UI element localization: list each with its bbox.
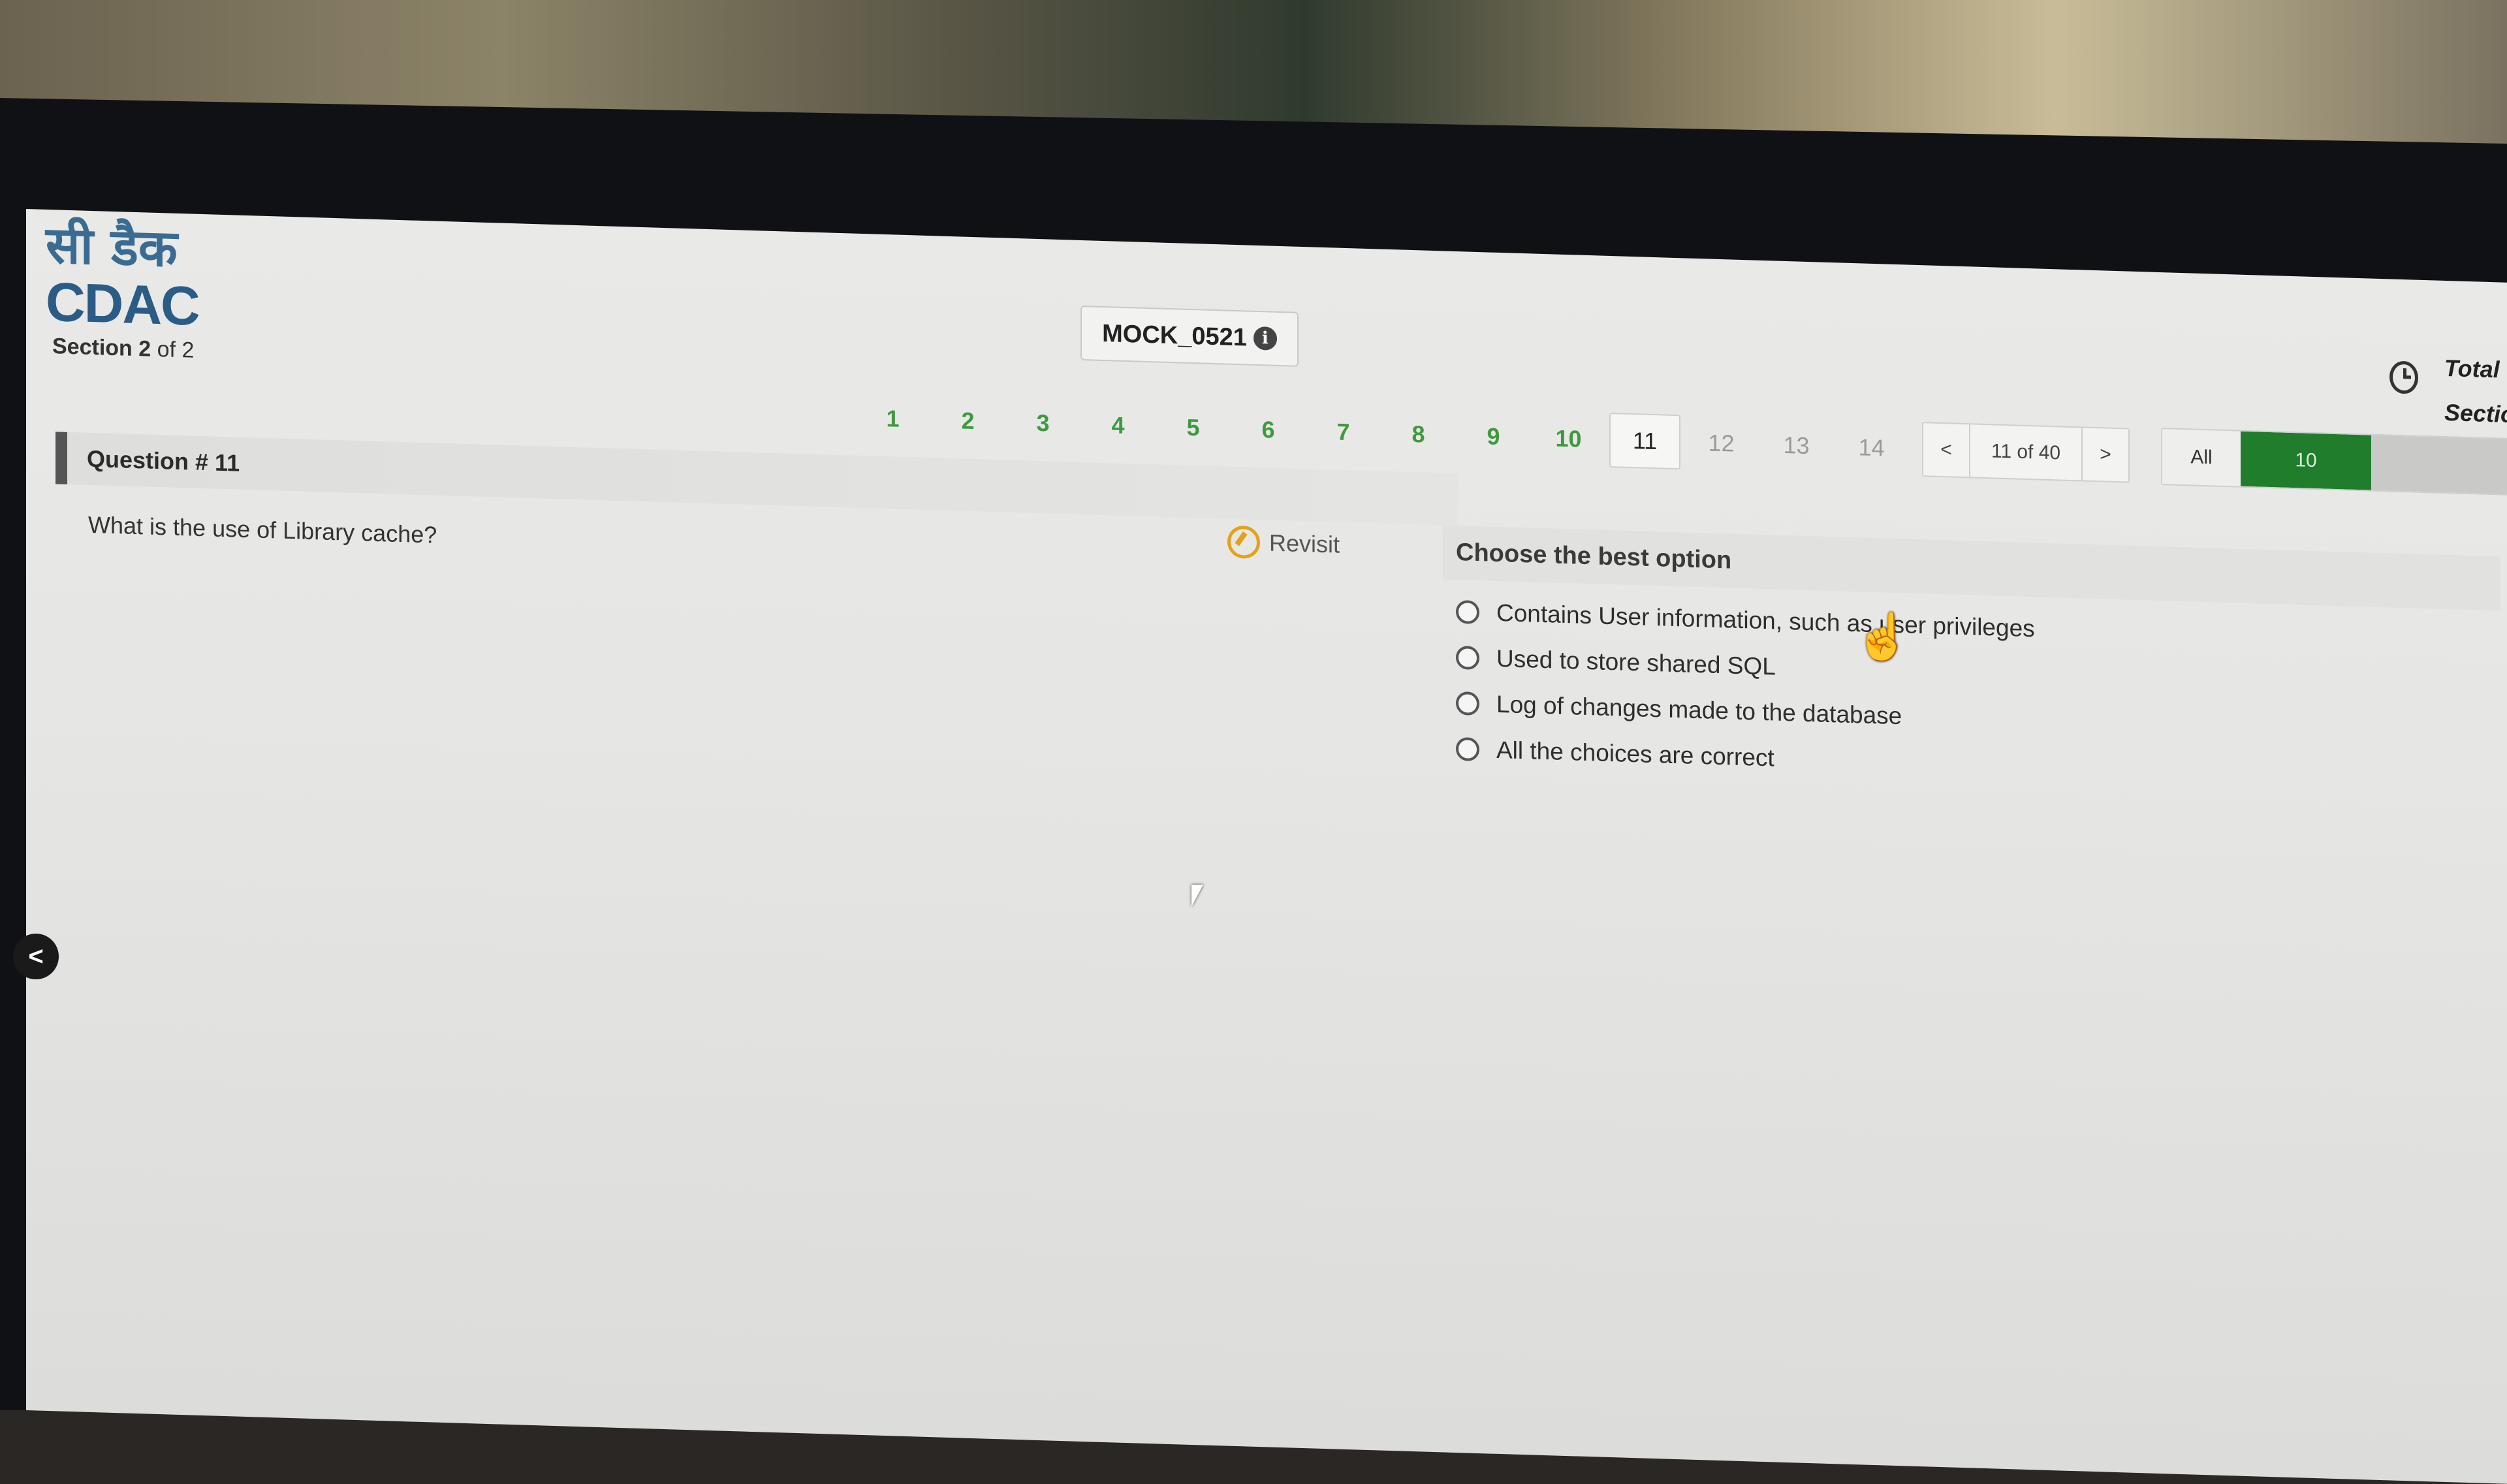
question-nav-6[interactable]: 6 [1231, 415, 1306, 445]
logo-cdac-text: CDAC [46, 270, 199, 337]
mouse-pointer-icon [1191, 885, 1203, 907]
revisit-icon [1227, 525, 1260, 560]
question-nav-1[interactable]: 1 [855, 404, 930, 434]
exam-screen: सी डैक CDAC Section 2 of 2 MOCK_0521 i T… [26, 209, 2507, 1484]
chevron-left-icon[interactable]: < [13, 934, 59, 979]
answer-option-1[interactable]: Contains User information, such as user … [1456, 598, 2500, 656]
answer-panel: Choose the best option Contains User inf… [1443, 525, 2500, 793]
timer-total: Total 00 [2444, 354, 2507, 384]
question-nav-7[interactable]: 7 [1306, 417, 1381, 447]
radio-option-4[interactable] [1456, 736, 1479, 762]
question-nav-9[interactable]: 9 [1456, 422, 1531, 451]
pager-position: 11 of 40 [1969, 424, 2083, 481]
radio-option-2[interactable] [1456, 645, 1479, 671]
radio-option-3[interactable] [1456, 691, 1479, 716]
question-nav-3[interactable]: 3 [1005, 409, 1080, 438]
answer-option-3-label[interactable]: Log of changes made to the database [1496, 691, 1902, 730]
question-nav-11-current[interactable]: 11 [1609, 412, 1680, 470]
question-nav-4[interactable]: 4 [1080, 411, 1156, 440]
revisit-button[interactable]: Revisit [1227, 525, 1340, 561]
test-name-box: MOCK_0521 i [1080, 305, 1299, 367]
cdac-logo: सी डैक CDAC [46, 215, 199, 337]
question-nav-10[interactable]: 10 [1531, 424, 1606, 453]
question-nav-12[interactable]: 12 [1684, 428, 1759, 458]
filter-remaining[interactable] [2371, 435, 2507, 496]
test-name: MOCK_0521 [1102, 319, 1247, 351]
pager-next-button[interactable]: > [2083, 428, 2128, 481]
question-text: What is the use of Library cache? [88, 511, 437, 548]
revisit-label: Revisit [1269, 529, 1340, 558]
section-total: of 2 [157, 336, 195, 363]
question-nav-13[interactable]: 13 [1759, 431, 1834, 460]
filter-all-button[interactable]: All [2162, 429, 2241, 486]
answer-option-4-label[interactable]: All the choices are correct [1496, 736, 1774, 772]
question-nav-2[interactable]: 2 [930, 406, 1005, 435]
section-current: 2 [138, 336, 151, 362]
answer-prompt: Choose the best option [1443, 525, 2500, 611]
radio-option-1[interactable] [1456, 599, 1479, 625]
section-prefix: Section [52, 334, 133, 361]
answer-option-3[interactable]: Log of changes made to the database [1456, 689, 2500, 748]
hand-pointer-icon: ☝ [1854, 611, 1912, 662]
clock-icon [2389, 360, 2418, 394]
answer-option-2-label[interactable]: Used to store shared SQL [1496, 645, 1776, 681]
question-filter: All 10 [2161, 428, 2507, 497]
answer-option-4[interactable]: All the choices are correct [1456, 735, 2500, 793]
answer-option-2[interactable]: Used to store shared SQL [1456, 644, 2500, 702]
logo-hindi-text: सी डैक [46, 215, 178, 279]
pager-prev-button[interactable]: < [1923, 423, 1969, 477]
filter-answered-button[interactable]: 10 [2241, 431, 2371, 490]
section-indicator: Section 2 of 2 [52, 334, 194, 363]
question-pager: < 11 of 40 > [1922, 422, 2130, 483]
question-nav-5[interactable]: 5 [1156, 413, 1231, 442]
question-nav-14[interactable]: 14 [1834, 433, 1909, 462]
info-icon[interactable]: i [1253, 326, 1277, 351]
question-nav-8[interactable]: 8 [1381, 420, 1456, 449]
answer-option-1-label[interactable]: Contains User information, such as user … [1496, 599, 2035, 642]
